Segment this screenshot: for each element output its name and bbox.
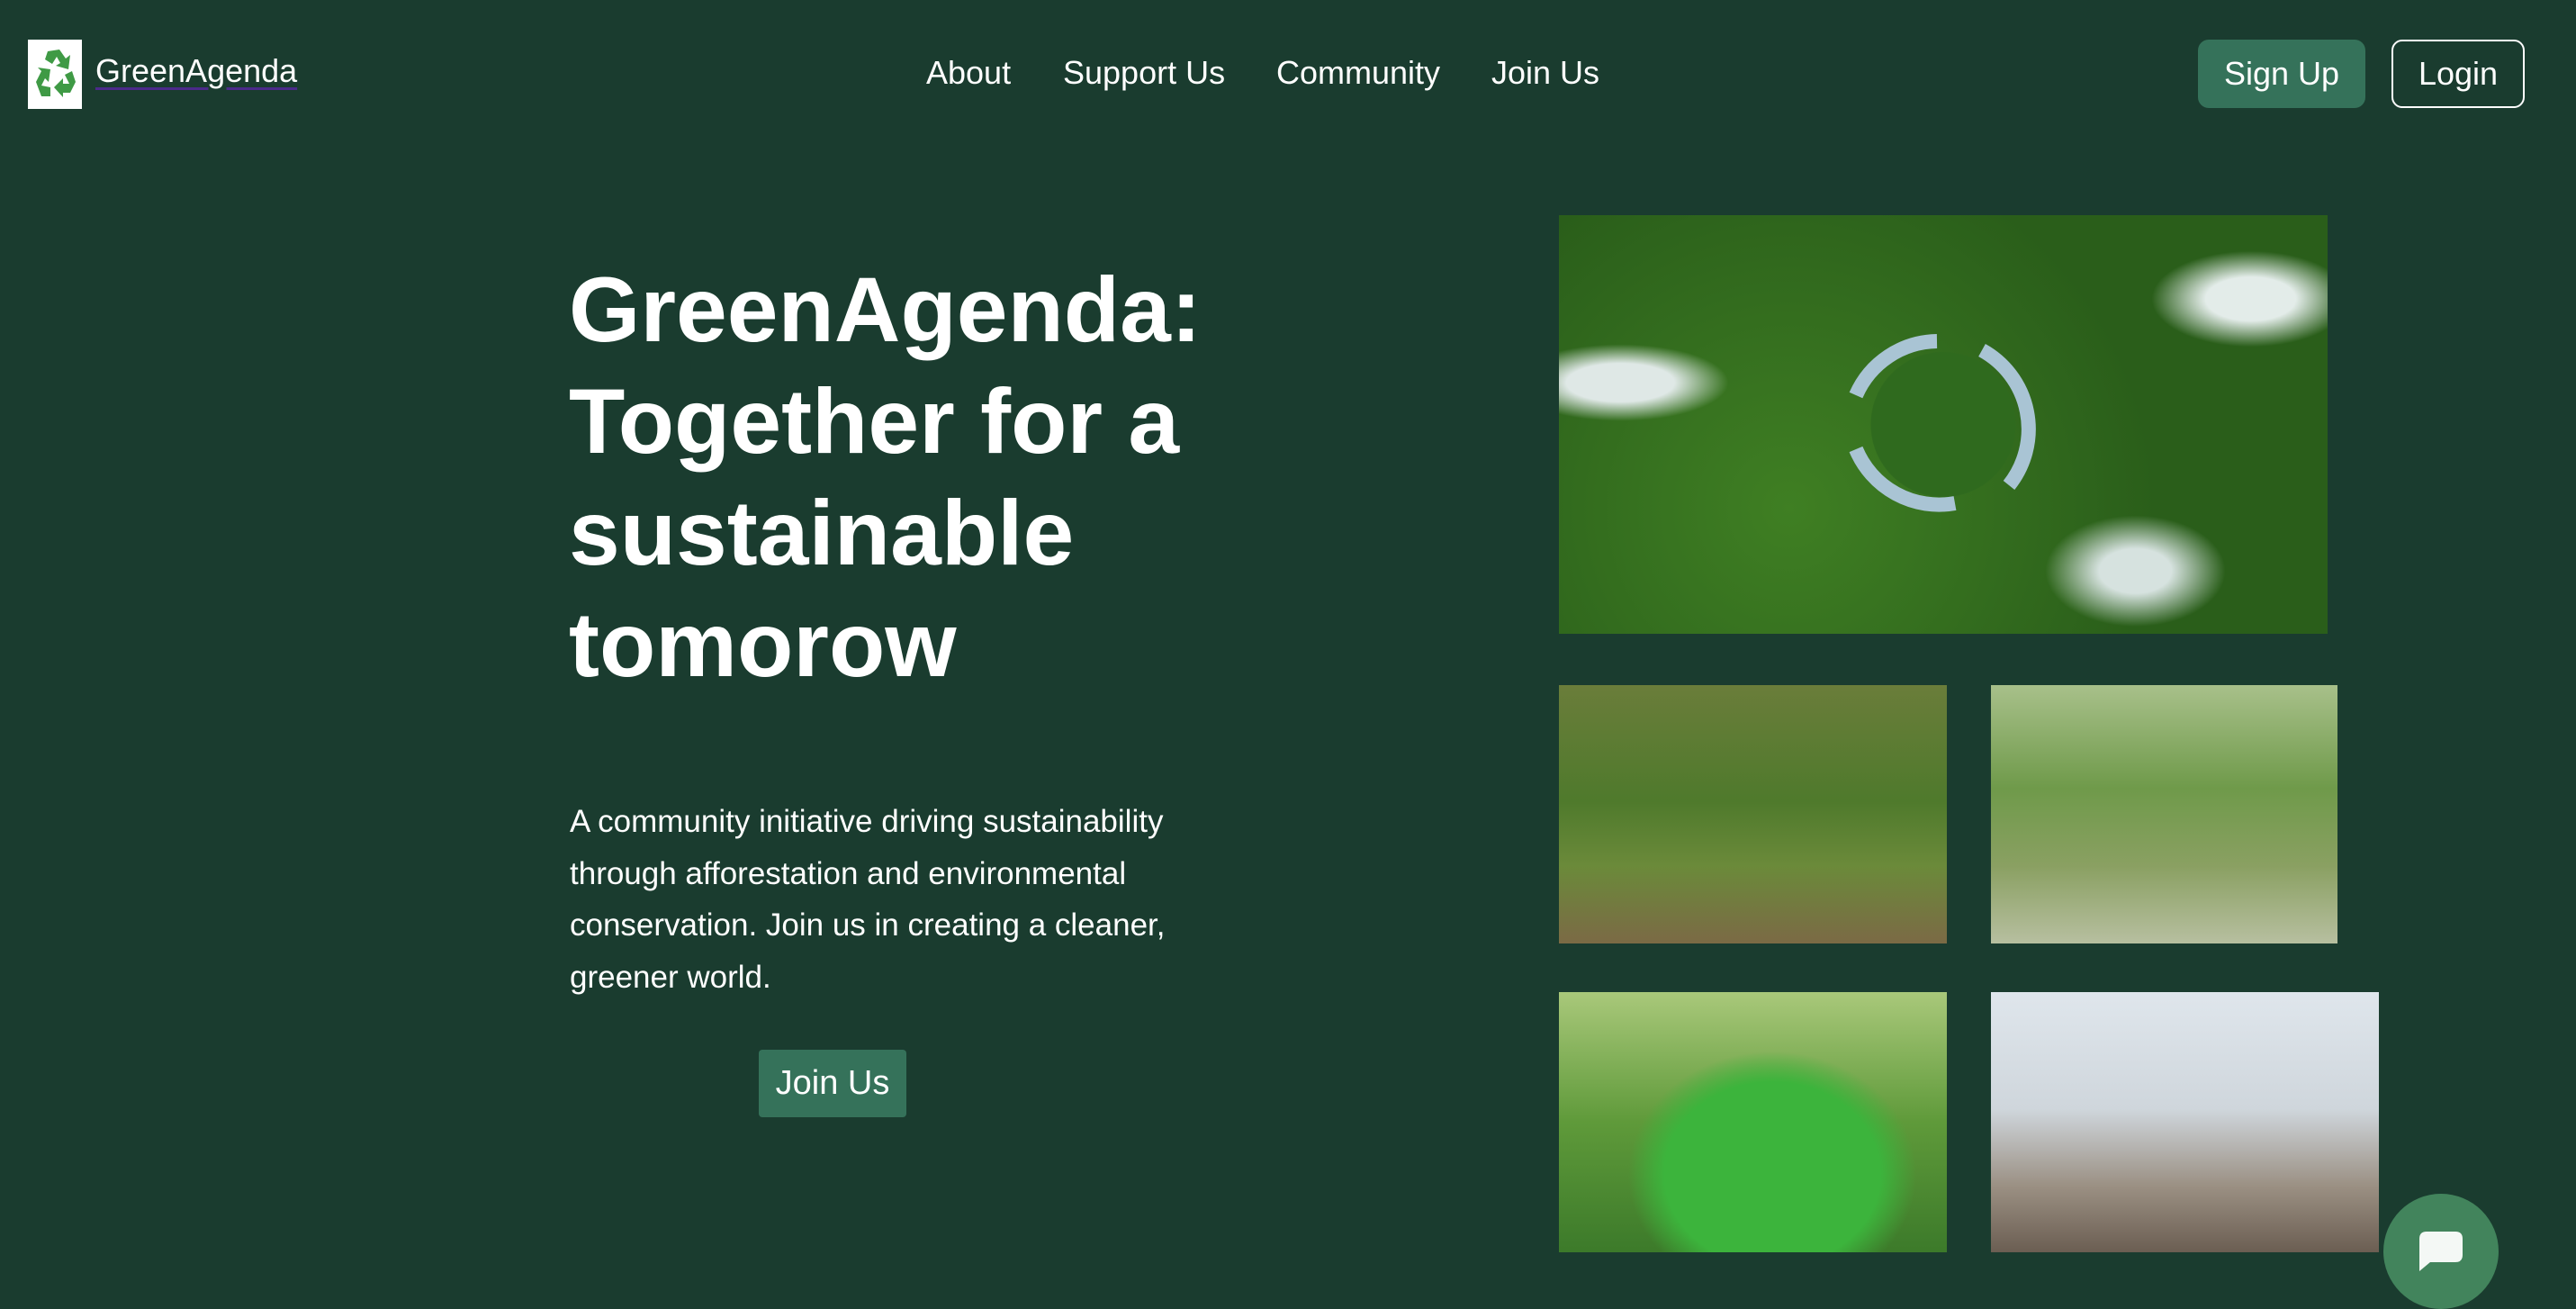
brand-link[interactable]: GreenAgenda bbox=[95, 52, 297, 90]
volunteers-cleanup-park-image bbox=[1991, 685, 2337, 943]
nav-community[interactable]: Community bbox=[1276, 54, 1440, 92]
nav-support-us[interactable]: Support Us bbox=[1063, 54, 1225, 92]
nav-about[interactable]: About bbox=[926, 54, 1011, 92]
beach-cleanup-image bbox=[1991, 992, 2379, 1252]
chat-bubble-icon bbox=[2419, 1232, 2463, 1271]
chat-button[interactable] bbox=[2383, 1194, 2499, 1309]
join-us-button[interactable]: Join Us bbox=[759, 1050, 906, 1117]
sign-up-button[interactable]: Sign Up bbox=[2198, 40, 2365, 108]
hero-description: A community initiative driving sustainab… bbox=[570, 804, 1166, 995]
hero-title: GreenAgenda: Together for a sustainable … bbox=[569, 258, 1202, 696]
logo[interactable] bbox=[28, 40, 82, 109]
volunteers-recycling-image bbox=[1559, 992, 1947, 1252]
volunteers-planting-image bbox=[1559, 685, 1947, 943]
forest-recycle-aerial-image bbox=[1559, 215, 2328, 634]
login-button[interactable]: Login bbox=[2391, 40, 2525, 108]
recycle-icon bbox=[36, 49, 76, 97]
nav-join-us[interactable]: Join Us bbox=[1491, 54, 1599, 92]
